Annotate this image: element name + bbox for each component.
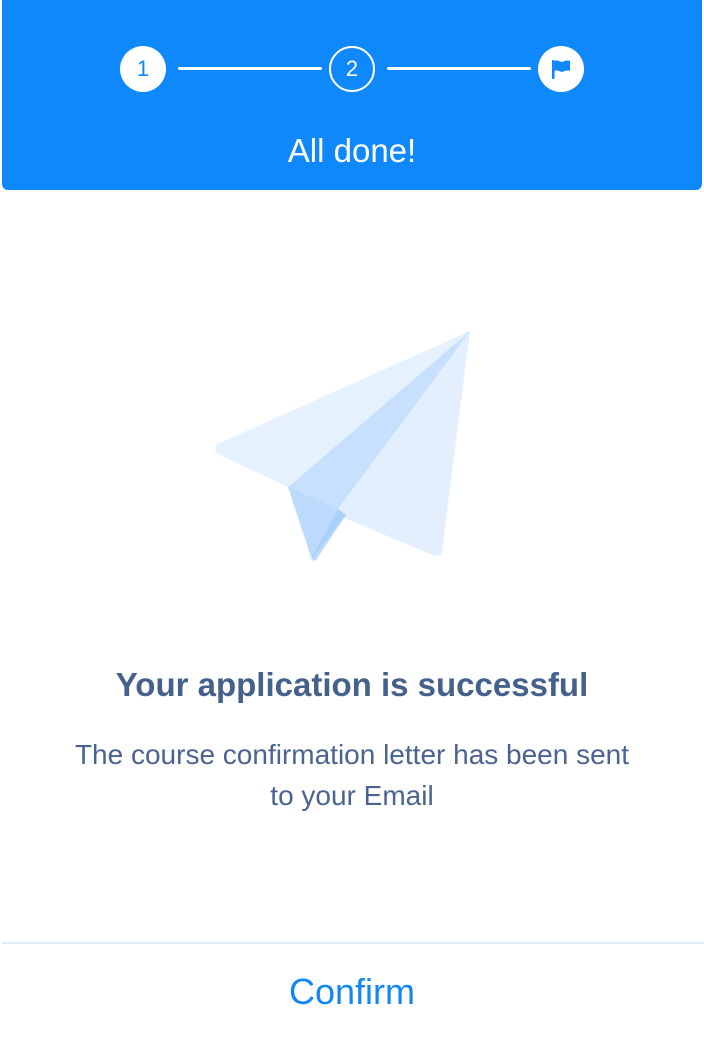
- step-1-indicator: 1: [120, 46, 166, 92]
- step-connector: [178, 67, 322, 70]
- step-2-indicator: 2: [329, 46, 375, 92]
- step-connector: [387, 67, 531, 70]
- confirm-button[interactable]: Confirm: [0, 944, 704, 1040]
- page-title: All done!: [287, 132, 417, 169]
- paper-plane-icon: [215, 331, 470, 561]
- success-illustration: [210, 325, 480, 570]
- success-title: Your application is successful: [115, 666, 589, 703]
- step-3-indicator: [538, 46, 584, 92]
- step-1-label: 1: [136, 56, 150, 81]
- step-2-label: 2: [345, 56, 359, 81]
- flag-icon: [552, 60, 570, 79]
- stepper: 1 2: [2, 0, 702, 120]
- success-message: The course confirmation letter has been …: [74, 739, 630, 811]
- progress-header: 1 2 All done!: [2, 0, 702, 190]
